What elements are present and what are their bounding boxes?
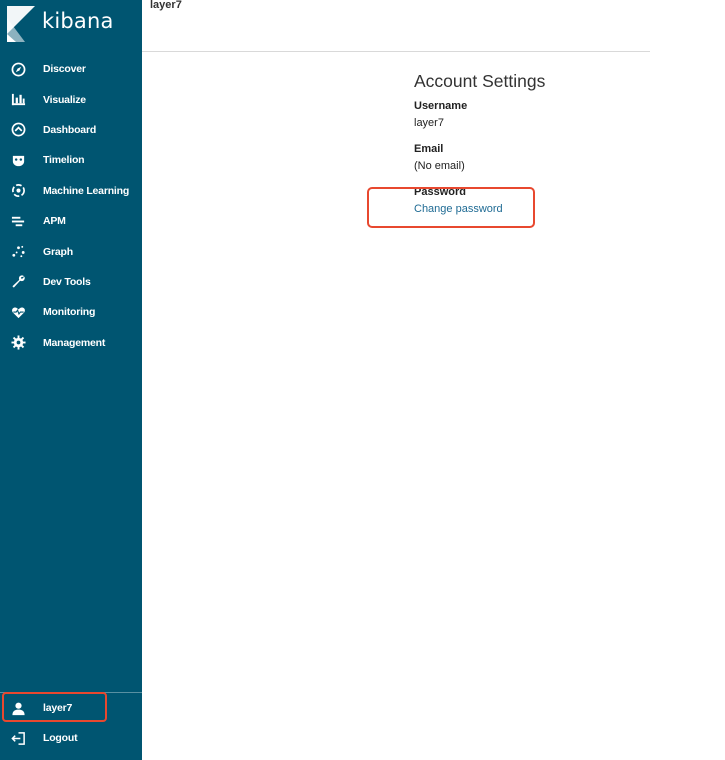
sidebar-item-monitoring[interactable]: Monitoring [0, 297, 142, 327]
sidebar-item-logout[interactable]: Logout [0, 723, 142, 753]
kibana-logo-icon [7, 6, 35, 42]
compass-icon [9, 60, 27, 78]
timelion-mask-icon [9, 151, 27, 169]
sidebar-item-label: Dashboard [43, 123, 97, 136]
machine-learning-icon [9, 182, 27, 200]
sidebar-item-label: Timelion [43, 154, 85, 167]
sidebar-item-label: Dev Tools [43, 275, 91, 288]
kibana-app: kibana Discover Visualize Dashboard Time… [0, 0, 725, 760]
sidebar-nav: Discover Visualize Dashboard Timelion Ma… [0, 54, 142, 358]
sidebar-item-timelion[interactable]: Timelion [0, 145, 142, 175]
logout-icon [9, 729, 27, 747]
sidebar: kibana Discover Visualize Dashboard Time… [0, 0, 142, 760]
sidebar-item-label: Discover [43, 63, 86, 76]
heartbeat-icon [9, 303, 27, 321]
sidebar-item-label: Visualize [43, 93, 86, 106]
email-group: Email (No email) [414, 142, 654, 173]
breadcrumb: layer7 [150, 0, 182, 11]
username-value: layer7 [414, 117, 444, 129]
sidebar-item-visualize[interactable]: Visualize [0, 84, 142, 114]
top-bar: layer7 [142, 0, 650, 52]
sidebar-item-dashboard[interactable]: Dashboard [0, 115, 142, 145]
username-label: Username [414, 100, 468, 112]
graph-icon [9, 243, 27, 261]
sidebar-item-machine-learning[interactable]: Machine Learning [0, 176, 142, 206]
sidebar-item-label: APM [43, 215, 66, 228]
email-label: Email [414, 143, 444, 155]
user-highlight-box [2, 692, 107, 722]
sidebar-item-dev-tools[interactable]: Dev Tools [0, 267, 142, 297]
page-title: Account Settings [414, 71, 546, 91]
sidebar-item-management[interactable]: Management [0, 328, 142, 358]
sidebar-item-discover[interactable]: Discover [0, 54, 142, 84]
gear-icon [9, 334, 27, 352]
sidebar-logout-label: Logout [43, 732, 78, 744]
brand-name: kibana [42, 9, 114, 33]
password-highlight-box [367, 187, 535, 228]
sidebar-item-label: Machine Learning [43, 184, 130, 197]
brand-home-link[interactable]: kibana [0, 0, 142, 50]
apm-icon [9, 212, 27, 230]
wrench-icon [9, 273, 27, 291]
sidebar-item-graph[interactable]: Graph [0, 236, 142, 266]
bar-chart-icon [9, 91, 27, 109]
sidebar-item-label: Monitoring [43, 306, 96, 319]
dashboard-gauge-icon [9, 121, 27, 139]
sidebar-item-label: Graph [43, 245, 73, 258]
sidebar-item-apm[interactable]: APM [0, 206, 142, 236]
sidebar-item-label: Management [43, 336, 106, 349]
username-group: Username layer7 [414, 99, 654, 130]
email-value: (No email) [414, 160, 465, 172]
